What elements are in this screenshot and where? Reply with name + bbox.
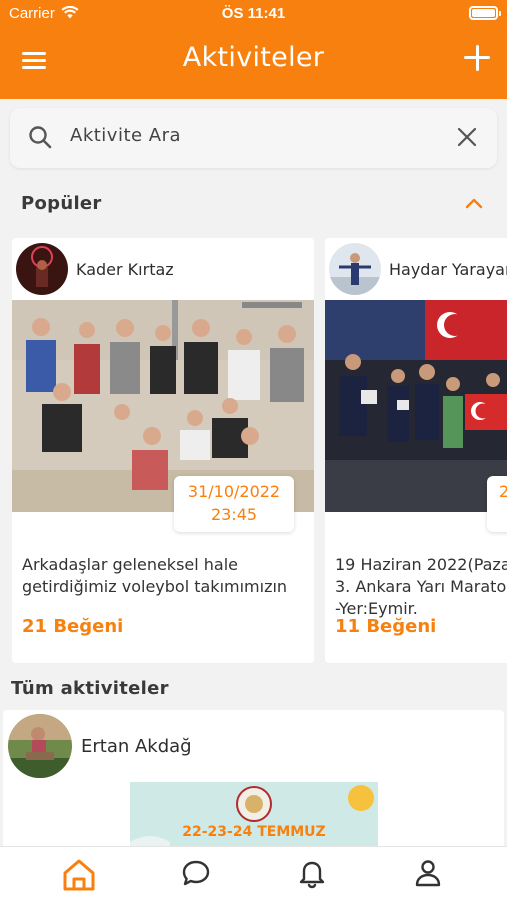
- poster-headline: 22-23-24 TEMMUZ: [182, 824, 326, 840]
- like-count[interactable]: 21 Beğeni: [22, 616, 123, 637]
- activity-description: 19 Haziran 2022(Paza 3. Ankara Yarı Mara…: [335, 554, 507, 620]
- description-line: Arkadaşlar geleneksel hale: [22, 555, 239, 574]
- tab-messages[interactable]: [180, 857, 216, 891]
- clock: ÖS 11:41: [221, 5, 286, 22]
- activity-card[interactable]: Ertan Akdağ 22-23-24 TEMMUZ: [3, 710, 504, 850]
- search-bar[interactable]: Aktivite Ara: [10, 108, 497, 168]
- chevron-up-icon[interactable]: [465, 197, 483, 209]
- profile-icon: [415, 860, 441, 887]
- avatar: [8, 714, 72, 778]
- status-bar: Carrier ÖS 11:41: [0, 0, 507, 28]
- avatar: [16, 243, 68, 295]
- description-line: 3. Ankara Yarı Marato: [335, 577, 507, 596]
- activity-date: 2: [499, 482, 507, 501]
- activity-time: 23:45: [210, 505, 258, 524]
- avatar: [329, 243, 381, 295]
- search-input[interactable]: Aktivite Ara: [70, 125, 181, 146]
- tab-notifications[interactable]: [296, 857, 332, 891]
- page-title: Aktiviteler: [182, 42, 325, 73]
- popular-activity-card[interactable]: Kader Kırtaz 31/10/2022 23:45 Arkadaşlar…: [12, 238, 314, 663]
- chat-bubble-icon: [182, 860, 210, 886]
- all-activities-section-title: Tüm aktiviteler: [11, 678, 169, 699]
- activity-photo[interactable]: 22-23-24 TEMMUZ: [130, 782, 378, 850]
- tab-profile[interactable]: [412, 857, 448, 891]
- top-bar: Carrier ÖS 11:41 Aktiviteler: [0, 0, 507, 99]
- popular-activity-card[interactable]: Haydar Yarayan 2 19 Haziran 2022(Paza 3.…: [325, 238, 507, 663]
- popular-section-title: Popüler: [21, 193, 102, 214]
- activity-photo[interactable]: [325, 300, 507, 512]
- battery-icon: [469, 6, 501, 20]
- bell-icon: [299, 861, 325, 889]
- bottom-tab-bar: [0, 846, 507, 900]
- author-name[interactable]: Haydar Yarayan: [389, 260, 507, 279]
- date-badge: 31/10/2022 23:45: [174, 476, 294, 532]
- search-icon: [29, 126, 52, 149]
- author-name[interactable]: Ertan Akdağ: [81, 736, 192, 757]
- description-line: 19 Haziran 2022(Paza: [335, 555, 507, 574]
- home-icon: [63, 859, 95, 891]
- like-count[interactable]: 11 Beğeni: [335, 616, 436, 637]
- clear-icon[interactable]: [457, 127, 477, 147]
- description-line: getirdiğimiz voleybol takımımızın: [22, 577, 288, 596]
- author-name[interactable]: Kader Kırtaz: [76, 260, 174, 279]
- activity-description: Arkadaşlar geleneksel hale getirdiğimiz …: [22, 554, 287, 598]
- tab-home[interactable]: [61, 857, 97, 891]
- date-badge: 2: [487, 476, 507, 532]
- activity-date: 31/10/2022: [187, 482, 281, 501]
- add-activity-button[interactable]: [464, 45, 490, 71]
